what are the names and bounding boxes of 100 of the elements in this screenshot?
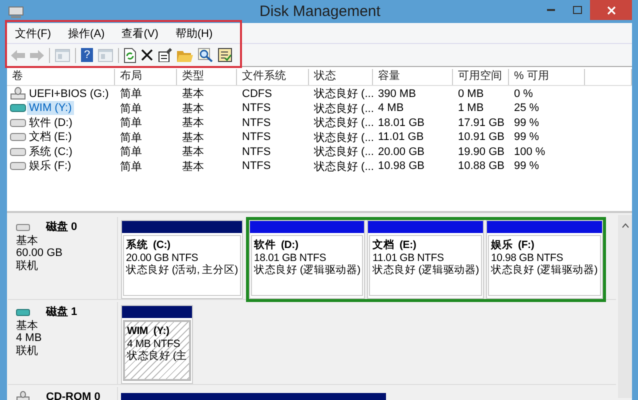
table-cell-text: 25 % (513, 102, 540, 114)
partition-status: 状态良好 (主 (127, 350, 188, 362)
table-cell-text: 10.91 GB (457, 131, 506, 143)
column-header[interactable]: 卷 (7, 69, 115, 85)
partition[interactable]: 软件 (D:) 18.01 GB NTFS 状态良好 (逻辑驱动器) (248, 220, 366, 298)
volume-name[interactable]: WIM (Y:) (27, 101, 74, 115)
window-title: Disk Management (258, 3, 382, 20)
column-header[interactable]: 类型 (177, 69, 237, 85)
volume-name[interactable]: 系统 (C:) (27, 144, 74, 158)
partition-title: 系统 (C:) (126, 239, 172, 252)
menu-item[interactable]: 文件(F) (15, 26, 52, 40)
disk-status: 联机 (16, 344, 39, 357)
table-cell-text: 99 % (513, 160, 540, 172)
disk-size: 4 MB (16, 332, 43, 344)
table-cell-text: NTFS (241, 102, 272, 114)
minimize-icon (547, 9, 555, 11)
partition[interactable]: 娱乐 (F:) 10.98 GB NTFS 状态良好 (逻辑驱动器) (486, 220, 602, 298)
menu-item[interactable]: 查看(V) (122, 26, 158, 40)
table-cell-text: 状态良好 (... (313, 144, 373, 159)
table-cell-text: 基本 (181, 102, 205, 116)
partition-size: 18.01 GB NTFS (254, 252, 328, 264)
table-cell-text: 390 MB (377, 88, 417, 100)
table-cell-text: 状态良好 (... (313, 102, 373, 116)
table-cell-text: 4 MB (377, 102, 405, 114)
disk-type: 基本 (16, 234, 39, 247)
disk-status: 联机 (16, 260, 39, 272)
table-cell-text: 基本 (181, 145, 205, 159)
table-cell-text: 状态良好 (... (313, 130, 373, 144)
column-header[interactable]: 文件系统 (237, 69, 309, 85)
scroll-up-icon[interactable] (622, 223, 628, 228)
table-cell-text: 简单 (119, 160, 143, 174)
properties-icon[interactable] (158, 48, 172, 62)
table-cell-text: 状态良好 (... (313, 86, 373, 101)
close-button[interactable] (590, 0, 632, 20)
column-header[interactable]: % 可用 (509, 69, 585, 85)
column-header[interactable]: 布局 (115, 69, 177, 85)
disk-name: CD-ROM 0 (46, 390, 100, 400)
partition-status: 状态良好 (逻辑驱动器) (490, 264, 598, 276)
table-cell-text: 10.98 GB (377, 160, 426, 172)
partition-title: 文档 (E:) (372, 239, 418, 252)
partition[interactable]: 文档 (E:) 11.01 GB NTFS 状态良好 (逻辑驱动器) (367, 220, 484, 298)
volume-name[interactable]: UEFI+BIOS (G:) (27, 86, 111, 100)
drive-icon (10, 148, 26, 156)
drive-icon (10, 104, 26, 112)
table-cell-text: 简单 (119, 116, 143, 130)
partition-status: 状态良好 (逻辑驱动器) (254, 264, 360, 276)
table-cell-text: 简单 (119, 145, 143, 159)
refresh-icon[interactable] (124, 48, 136, 62)
table-cell-text: 18.01 GB (377, 116, 426, 128)
table-cell-text: 状态良好 (... (313, 160, 373, 174)
table-cell-text: NTFS (241, 160, 272, 172)
app-icon (8, 4, 24, 18)
partition[interactable]: 系统 (C:) 20.00 GB NTFS 状态良好 (活动, 主分区) (121, 220, 243, 298)
search-icon[interactable] (198, 48, 213, 62)
column-header[interactable]: 状态 (309, 69, 373, 85)
table-cell-text: 基本 (181, 160, 205, 174)
volume-name[interactable]: 文档 (E:) (27, 130, 74, 144)
partition-title: 娱乐 (F:) (490, 239, 536, 252)
menu-item[interactable]: 帮助(H) (175, 26, 213, 40)
partition-size: 4 MB NTFS (127, 338, 182, 350)
partition-size: 11.01 GB NTFS (372, 252, 445, 264)
table-cell-text: 19.90 GB (457, 146, 506, 158)
partition-status: 状态良好 (逻辑驱动器) (372, 264, 479, 276)
table-cell-text: 20.00 GB (377, 146, 426, 158)
volume-name[interactable]: 软件 (D:) (27, 116, 74, 130)
column-header[interactable]: 可用空间 (453, 69, 509, 85)
column-header[interactable]: 容量 (373, 69, 453, 85)
partition[interactable]: WIM (Y:) 4 MB NTFS 状态良好 (主 (121, 305, 194, 384)
checklist-icon[interactable] (218, 48, 232, 62)
table-cell-text: 基本 (181, 116, 205, 130)
table-cell-text: 17.91 GB (457, 116, 506, 128)
table-cell-text: 0 MB (457, 88, 485, 100)
partition-size: 10.98 GB NTFS (490, 252, 564, 264)
table-cell-text: 0 % (513, 88, 534, 100)
table-cell-text: 简单 (119, 130, 143, 144)
partition-title: WIM (Y:) (127, 325, 170, 338)
delete-icon[interactable] (141, 49, 153, 61)
table-cell-text: 简单 (119, 87, 143, 101)
help-icon[interactable]: ? (81, 48, 93, 62)
drive-icon (10, 162, 26, 170)
table-cell-text: NTFS (241, 146, 272, 158)
partition-status: 状态良好 (活动, 主分区) (126, 264, 238, 276)
table-cell-text: 基本 (181, 87, 205, 101)
table-cell-text: 简单 (119, 102, 143, 116)
drive-icon (16, 224, 30, 231)
scrollbar[interactable] (618, 215, 632, 398)
table-cell-text: 11.01 GB (377, 131, 425, 143)
disk-name: 磁盘 0 (46, 221, 78, 234)
menu-item[interactable]: 操作(A) (68, 26, 105, 40)
volume-name[interactable]: 娱乐 (F:) (27, 159, 74, 173)
table-cell-text: 状态良好 (... (313, 116, 373, 130)
partition-title: 软件 (D:) (254, 239, 300, 252)
table-cell-text: CDFS (241, 88, 273, 100)
close-icon (606, 6, 616, 14)
table-cell-text: 99 % (513, 116, 540, 128)
partition-size: 20.00 GB NTFS (126, 252, 200, 264)
disk-size: 60.00 GB (16, 247, 64, 260)
disk-name: 磁盘 1 (46, 306, 78, 318)
table-cell-text: 100 % (513, 146, 546, 158)
partition-bar (122, 306, 192, 318)
